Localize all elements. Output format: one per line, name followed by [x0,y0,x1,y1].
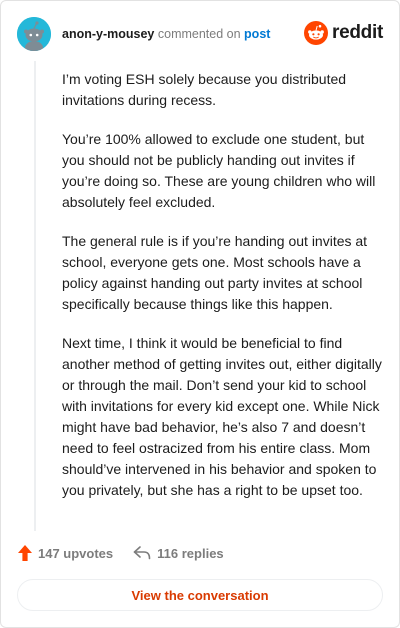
upvote-arrow-icon [18,545,32,561]
upvote-count: 147 upvotes [38,545,114,561]
comment-body: I’m voting ESH solely because you distri… [62,69,384,519]
reddit-logo-icon [304,21,329,45]
comment-header: anon-y-mousey commented on post reddit [17,17,383,53]
view-conversation-button[interactable]: View the conversation [17,579,383,611]
reply-count: 116 replies [157,545,224,561]
comment-actions: 147 upvotes 116 replies [18,545,224,561]
username-link[interactable]: anon-y-mousey [62,27,154,41]
thread-line [34,61,36,531]
comment-paragraph: I’m voting ESH solely because you distri… [62,71,347,108]
comment-paragraph: Next time, I think it would be beneficia… [62,335,382,498]
comment-meta: anon-y-mousey commented on post [62,27,270,41]
post-link[interactable]: post [244,27,270,41]
reply-button[interactable]: 116 replies [133,546,224,561]
comment-paragraph: You’re 100% allowed to exclude one stude… [62,131,376,210]
comment-paragraph: The general rule is if you’re handing ou… [62,233,368,312]
snoo-avatar-icon [17,17,51,51]
comment-card: anon-y-mousey commented on post reddit I… [0,0,400,628]
avatar[interactable] [17,17,51,51]
commented-on-label: commented on [157,27,241,41]
upvote-button[interactable]: 147 upvotes [18,545,113,561]
reply-arrow-icon [133,546,151,560]
reddit-logo[interactable]: reddit [304,21,383,45]
reddit-wordmark: reddit [332,22,383,43]
